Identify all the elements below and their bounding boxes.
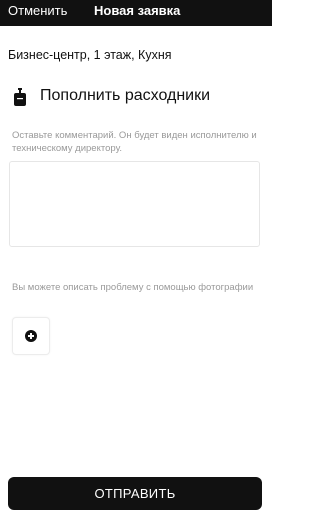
photo-hint: Вы можете описать проблему с помощью фот… bbox=[12, 282, 254, 293]
comment-hint: Оставьте комментарий. Он будет виден исп… bbox=[12, 130, 257, 154]
top-bar: Отменить Новая заявка bbox=[0, 0, 272, 26]
plus-circle-icon bbox=[25, 330, 37, 342]
location-text: Бизнес-центр, 1 этаж, Кухня bbox=[8, 48, 172, 62]
add-photo-button[interactable] bbox=[12, 317, 50, 355]
page-title: Новая заявка bbox=[94, 3, 181, 18]
category-label: Пополнить расходники bbox=[40, 87, 211, 104]
submit-button[interactable]: ОТПРАВИТЬ bbox=[8, 477, 262, 510]
cancel-button[interactable]: Отменить bbox=[8, 3, 67, 18]
category-row: Пополнить расходники bbox=[12, 86, 262, 110]
comment-field[interactable] bbox=[9, 161, 260, 247]
soap-dispenser-icon bbox=[12, 88, 28, 106]
